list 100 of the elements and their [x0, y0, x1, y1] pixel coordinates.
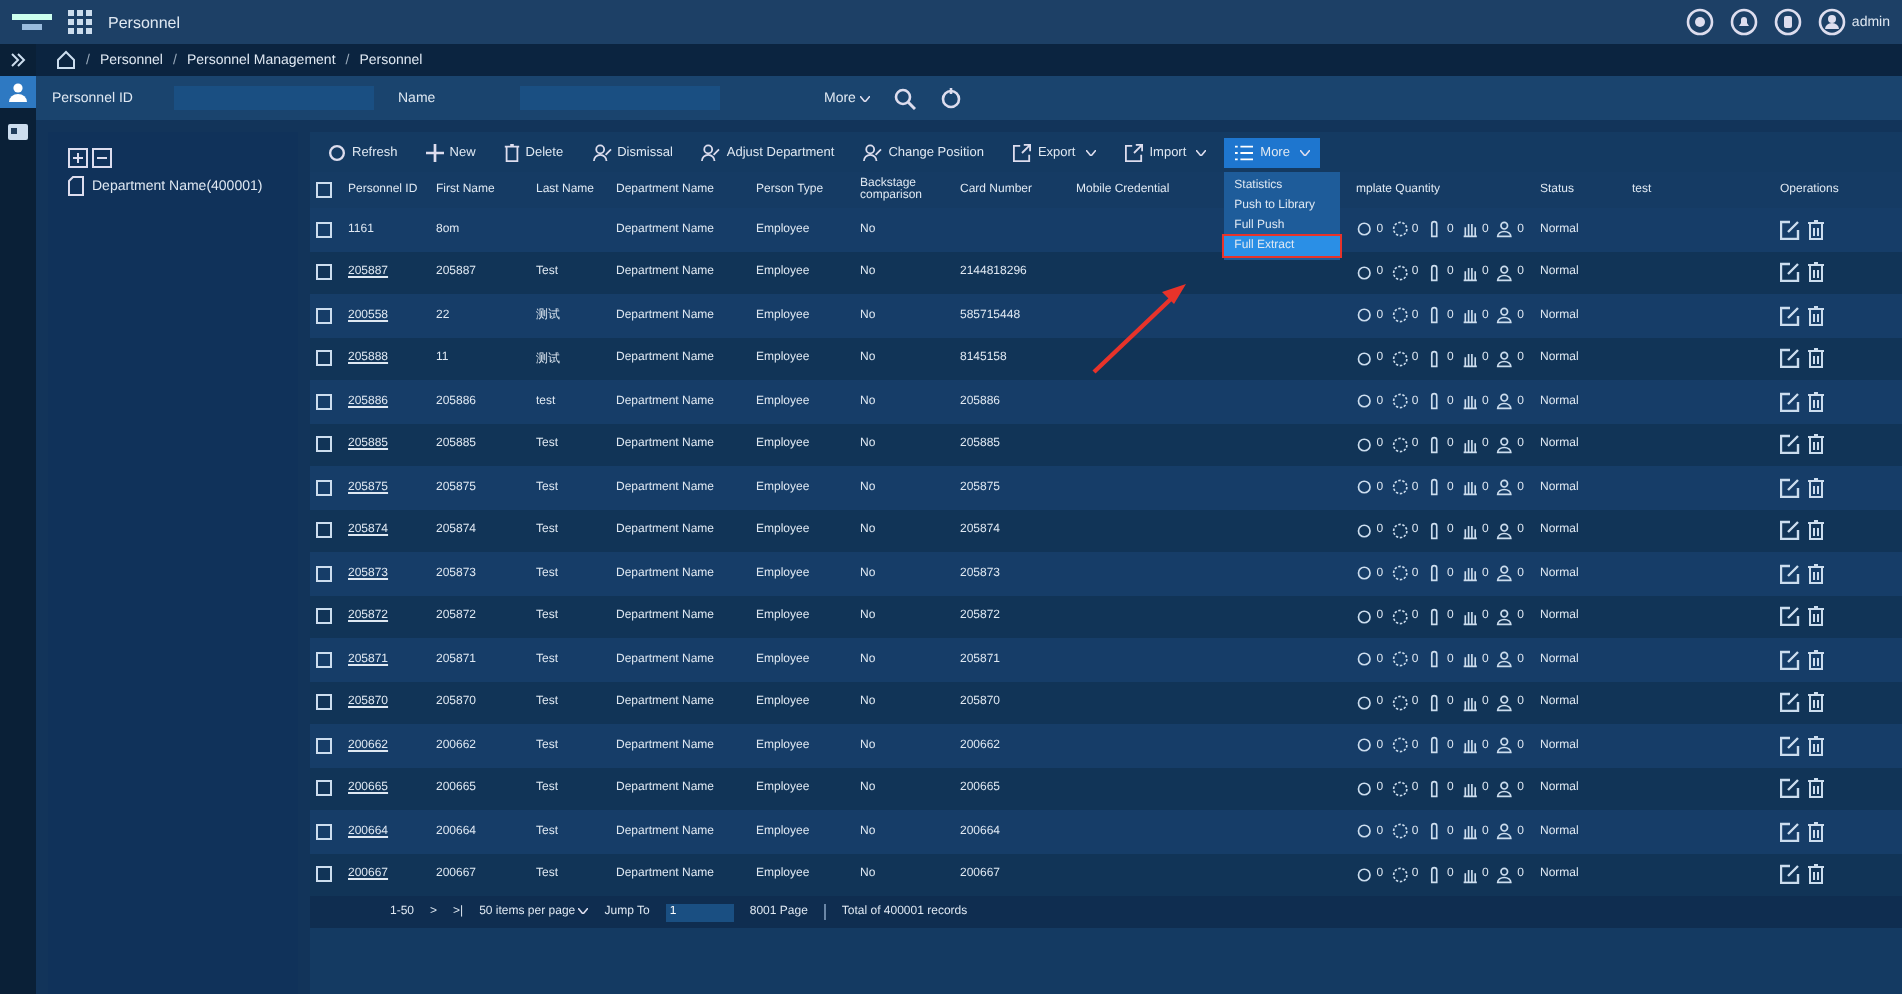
- edit-icon[interactable]: [1780, 305, 1800, 326]
- person-icon: [8, 82, 28, 102]
- finger-icon: [1426, 650, 1443, 669]
- face-icon: [1356, 306, 1373, 325]
- select-all-checkbox[interactable]: [316, 182, 332, 198]
- delete-icon[interactable]: [1808, 735, 1824, 756]
- edit-icon[interactable]: [1780, 563, 1800, 584]
- caret-icon: [578, 908, 589, 914]
- plus-icon: [425, 143, 444, 161]
- row-checkbox[interactable]: [316, 350, 332, 367]
- row-checkbox[interactable]: [316, 565, 332, 582]
- caret-icon: [859, 95, 870, 101]
- person-icon: [1496, 349, 1514, 368]
- row-checkbox[interactable]: [316, 307, 332, 324]
- edit-icon[interactable]: [1780, 649, 1800, 670]
- person-icon: [1496, 822, 1514, 841]
- edit-icon[interactable]: [1780, 262, 1800, 283]
- reset-icon[interactable]: [939, 87, 962, 109]
- edit-icon[interactable]: [1780, 477, 1800, 498]
- row-checkbox[interactable]: [316, 522, 332, 539]
- row-checkbox[interactable]: [316, 866, 332, 883]
- person-icon: [1496, 607, 1514, 626]
- export-icon: [1123, 143, 1144, 161]
- finger-icon: [1426, 220, 1443, 239]
- personnel-nav-item[interactable]: [0, 76, 36, 108]
- edit-icon[interactable]: [1780, 735, 1800, 756]
- face-icon: [1356, 607, 1373, 626]
- row-checkbox[interactable]: [316, 780, 332, 797]
- person-icon: [1496, 263, 1514, 282]
- person-icon: [1496, 564, 1514, 583]
- finger-icon: [1426, 263, 1443, 282]
- person-icon: [1496, 478, 1514, 497]
- person-icon: [1496, 392, 1514, 411]
- person-icon: [1496, 736, 1514, 755]
- refresh-icon: [328, 143, 346, 161]
- edit-icon[interactable]: [1780, 778, 1800, 799]
- face-icon: [1356, 822, 1373, 841]
- delete-icon[interactable]: [1808, 821, 1824, 842]
- row-checkbox[interactable]: [316, 479, 332, 496]
- delete-icon[interactable]: [1808, 520, 1824, 541]
- row-checkbox[interactable]: [316, 737, 332, 754]
- delete-icon[interactable]: [1808, 477, 1824, 498]
- face-icon: [1356, 693, 1373, 712]
- row-checkbox[interactable]: [316, 221, 332, 238]
- face-icon: [1356, 650, 1373, 669]
- edit-icon[interactable]: [1780, 606, 1800, 627]
- finger-icon: [1426, 779, 1443, 798]
- delete-icon[interactable]: [1808, 563, 1824, 584]
- delete-icon[interactable]: [1808, 606, 1824, 627]
- delete-icon[interactable]: [1808, 434, 1824, 455]
- row-checkbox[interactable]: [316, 436, 332, 453]
- face-icon: [1356, 349, 1373, 368]
- person-icon: [1496, 435, 1514, 454]
- row-checkbox[interactable]: [316, 694, 332, 711]
- row-checkbox[interactable]: [316, 823, 332, 840]
- person-icon: [1496, 693, 1514, 712]
- delete-icon[interactable]: [1808, 864, 1824, 885]
- collapse-all-icon[interactable]: [92, 148, 112, 168]
- finger-icon: [1426, 693, 1443, 712]
- delete-icon[interactable]: [1808, 348, 1824, 369]
- face-icon: [1356, 478, 1373, 497]
- delete-icon[interactable]: [1808, 778, 1824, 799]
- expand-all-icon[interactable]: [68, 148, 88, 168]
- delete-icon[interactable]: [1808, 692, 1824, 713]
- user-icon[interactable]: [1817, 8, 1846, 36]
- edit-icon[interactable]: [1780, 219, 1800, 240]
- person-icon: [1496, 220, 1514, 239]
- finger-icon: [1426, 607, 1443, 626]
- finger-icon: [1426, 865, 1443, 884]
- delete-icon[interactable]: [1808, 219, 1824, 240]
- finger-icon: [1426, 564, 1443, 583]
- face-icon: [1356, 564, 1373, 583]
- apps-grid-icon[interactable]: [68, 10, 92, 34]
- delete-icon[interactable]: [1808, 305, 1824, 326]
- row-checkbox[interactable]: [316, 393, 332, 410]
- person-icon: [862, 143, 883, 161]
- row-checkbox[interactable]: [316, 608, 332, 625]
- row-checkbox[interactable]: [316, 264, 332, 281]
- row-checkbox[interactable]: [316, 651, 332, 668]
- delete-icon[interactable]: [1808, 391, 1824, 412]
- edit-icon[interactable]: [1780, 391, 1800, 412]
- delete-icon[interactable]: [1808, 262, 1824, 283]
- home-icon[interactable]: [56, 50, 76, 70]
- edit-icon[interactable]: [1780, 692, 1800, 713]
- person-icon: [700, 143, 721, 161]
- export-icon: [1011, 143, 1032, 161]
- delete-icon[interactable]: [1808, 649, 1824, 670]
- person-icon: [1496, 865, 1514, 884]
- face-icon: [1356, 865, 1373, 884]
- edit-icon[interactable]: [1780, 821, 1800, 842]
- list-icon: [1234, 143, 1255, 161]
- search-icon[interactable]: [893, 87, 916, 109]
- finger-icon: [1426, 306, 1443, 325]
- person-icon: [1496, 650, 1514, 669]
- edit-icon[interactable]: [1780, 864, 1800, 885]
- expand-icon[interactable]: [10, 52, 26, 68]
- edit-icon[interactable]: [1780, 434, 1800, 455]
- edit-icon[interactable]: [1780, 348, 1800, 369]
- edit-icon[interactable]: [1780, 520, 1800, 541]
- bell-icon[interactable]: [1729, 8, 1758, 36]
